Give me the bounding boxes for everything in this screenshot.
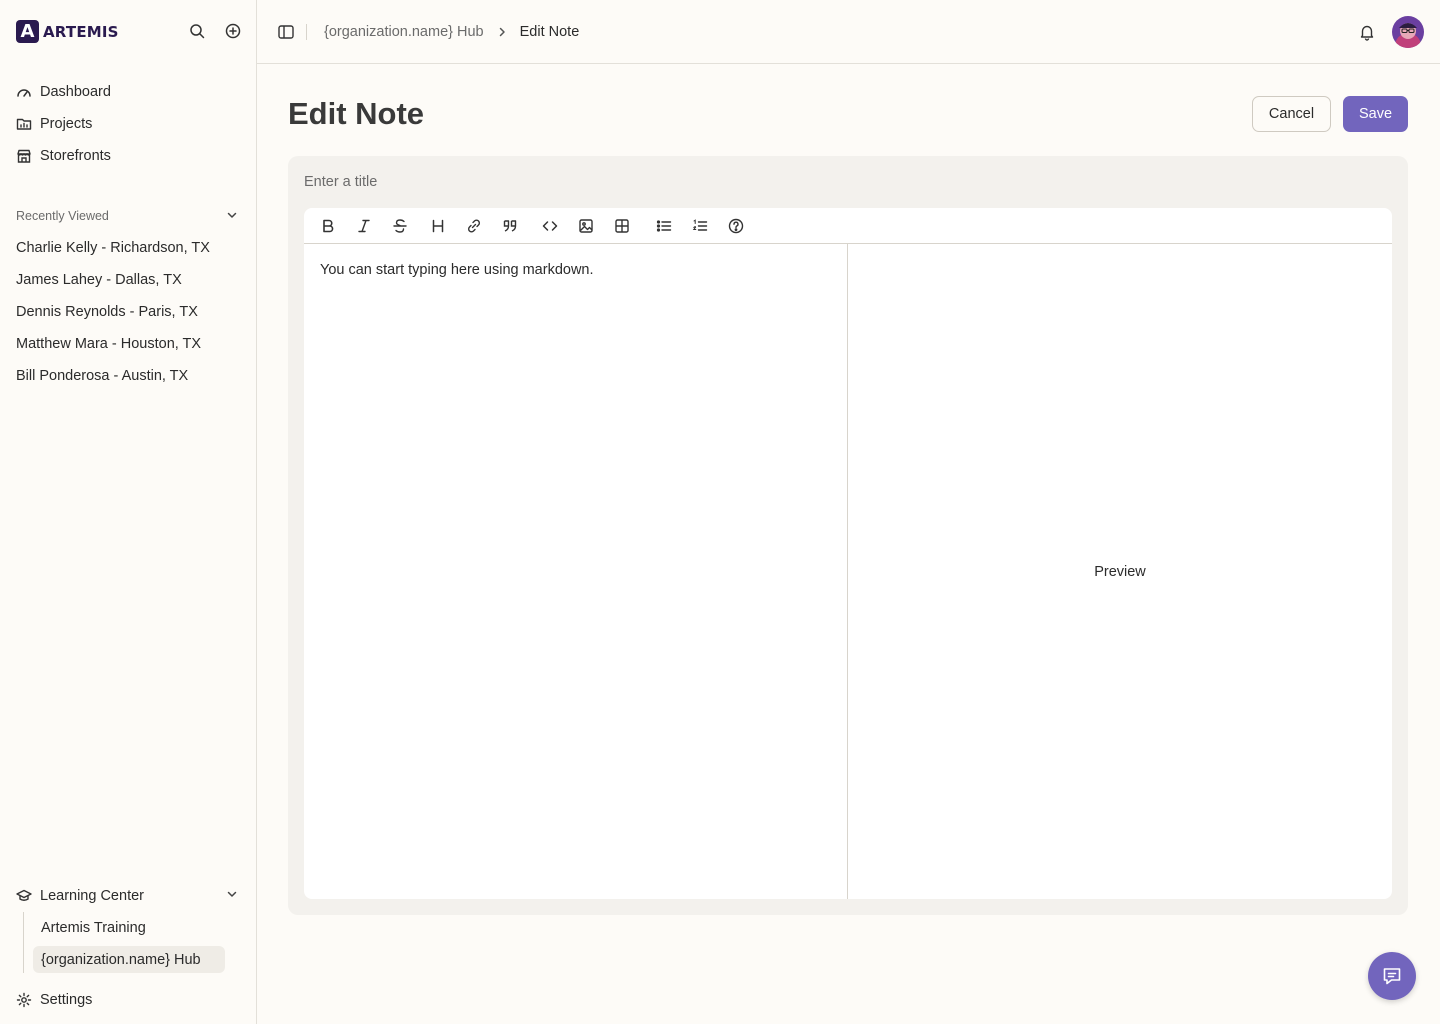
cancel-button[interactable]: Cancel [1252, 96, 1331, 132]
save-button[interactable]: Save [1343, 96, 1408, 132]
user-avatar[interactable] [1392, 16, 1424, 48]
logo-text: ARTEMIS [43, 22, 119, 41]
strikethrough-icon[interactable] [392, 218, 408, 234]
numbered-list-icon[interactable] [692, 218, 708, 234]
nav-item-storefronts[interactable]: Storefronts [16, 140, 241, 172]
recently-viewed-list: Charlie Kelly - Richardson, TX James Lah… [16, 232, 241, 392]
preview-label: Preview [1094, 563, 1146, 580]
nav-label: Projects [40, 116, 93, 132]
chevron-down-icon[interactable] [226, 888, 238, 904]
chevron-down-icon[interactable] [226, 209, 238, 224]
markdown-preview-pane: Preview [848, 244, 1392, 899]
image-icon[interactable] [578, 218, 594, 234]
folder-chart-icon [16, 116, 32, 132]
page-title: Edit Note [288, 96, 425, 131]
help-icon[interactable] [728, 218, 744, 234]
breadcrumb: {organization.name} Hub Edit Note [324, 22, 579, 42]
quote-icon[interactable] [502, 218, 518, 234]
editor-toolbar [304, 208, 1392, 244]
recent-item[interactable]: Bill Ponderosa - Austin, TX [16, 360, 241, 392]
sidebar: A ARTEMIS Dashboard Projects Storefronts… [0, 0, 257, 1024]
graduation-cap-icon [16, 888, 32, 904]
recently-viewed-header[interactable]: Recently Viewed [16, 204, 241, 228]
chat-bubble-icon [1381, 965, 1403, 987]
learning-center-title: Learning Center [40, 888, 144, 904]
bell-icon[interactable] [1358, 23, 1376, 41]
recent-item[interactable]: Charlie Kelly - Richardson, TX [16, 232, 241, 264]
main-nav: Dashboard Projects Storefronts [16, 76, 241, 172]
add-circle-icon[interactable] [224, 22, 242, 40]
bold-icon[interactable] [320, 218, 336, 234]
topbar-divider [306, 24, 307, 40]
heading-icon[interactable] [430, 218, 446, 234]
learning-center-toggle[interactable]: Learning Center [16, 880, 241, 912]
logo-mark: A [16, 20, 39, 43]
artemis-logo[interactable]: A ARTEMIS [16, 20, 119, 43]
gauge-icon [16, 84, 32, 100]
markdown-input-pane [304, 244, 848, 899]
learning-center: Learning Center Artemis Training {organi… [16, 880, 241, 975]
breadcrumb-parent[interactable]: {organization.name} Hub [324, 24, 484, 40]
recently-viewed-title: Recently Viewed [16, 209, 109, 223]
recent-item[interactable]: James Lahey - Dallas, TX [16, 264, 241, 296]
link-icon[interactable] [466, 218, 482, 234]
learning-item-org-hub[interactable]: {organization.name} Hub [33, 946, 225, 973]
learning-center-items: Artemis Training {organization.name} Hub [23, 912, 241, 973]
nav-label: Dashboard [40, 84, 111, 100]
markdown-textarea[interactable] [304, 244, 847, 899]
learning-item-artemis-training[interactable]: Artemis Training [33, 912, 241, 944]
breadcrumb-current: Edit Note [519, 24, 580, 40]
italic-icon[interactable] [356, 218, 372, 234]
note-title-input[interactable] [304, 170, 1104, 194]
settings-label: Settings [40, 992, 93, 1008]
gear-icon [16, 992, 32, 1008]
search-icon[interactable] [188, 22, 206, 40]
markdown-editor: Preview [304, 208, 1392, 899]
chevron-right-icon [496, 26, 508, 38]
topbar: {organization.name} Hub Edit Note [257, 0, 1440, 64]
bullet-list-icon[interactable] [656, 218, 672, 234]
sidebar-item-settings[interactable]: Settings [16, 984, 92, 1016]
recent-item[interactable]: Matthew Mara - Houston, TX [16, 328, 241, 360]
note-editor-card: Preview [288, 156, 1408, 915]
nav-item-projects[interactable]: Projects [16, 108, 241, 140]
table-icon[interactable] [614, 218, 630, 234]
recent-item[interactable]: Dennis Reynolds - Paris, TX [16, 296, 241, 328]
chat-button[interactable] [1368, 952, 1416, 1000]
store-icon [16, 148, 32, 164]
nav-item-dashboard[interactable]: Dashboard [16, 76, 241, 108]
sidebar-toggle-icon[interactable] [277, 23, 295, 41]
sidebar-actions [188, 22, 242, 40]
code-icon[interactable] [542, 218, 558, 234]
nav-label: Storefronts [40, 148, 111, 164]
